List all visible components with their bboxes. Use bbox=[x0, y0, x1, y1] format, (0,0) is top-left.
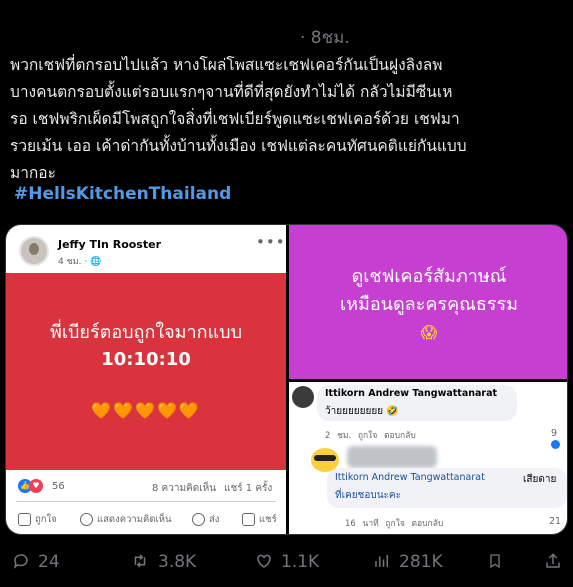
love-reaction-icon: ♥ bbox=[29, 479, 43, 493]
like-button[interactable]: 1.1K bbox=[255, 552, 319, 572]
comment-text: ว้ายยยยยยยย 🤣 bbox=[325, 406, 399, 417]
comment-author: Ittikorn Andrew Tangwattanarat bbox=[335, 472, 485, 483]
purple-post-line1: ดูเชฟเคอร์สัมภาษณ์ bbox=[351, 266, 507, 287]
fb-post-stats: 👍 ♥ 56 8 ความคิดเห็น แชร์ 1 ครั้ง bbox=[6, 475, 286, 499]
media-image-purple-post[interactable]: ดูเชฟเคอร์สัมภาษณ์ เหมือนดูละครคุณธรรม 😱 bbox=[289, 225, 567, 379]
blurred-name bbox=[347, 446, 437, 468]
share-button[interactable] bbox=[544, 552, 570, 572]
reaction-icons: 👍 ♥ bbox=[18, 479, 43, 493]
share-icon bbox=[546, 553, 560, 568]
fb-like-action: ถูกใจ bbox=[18, 512, 57, 527]
fb-post-image: พี่เบียร์ตอบถูกใจมากแบบ 10:10:10 🧡🧡🧡🧡🧡 bbox=[6, 273, 286, 470]
avatar bbox=[292, 386, 314, 408]
more-options-icon: ••• bbox=[256, 233, 286, 251]
media-image-comments[interactable]: Ittikorn Andrew Tangwattanarat ว้ายยยยยย… bbox=[289, 382, 567, 534]
comment-meta: 2 ชม. ถูกใจ ตอบกลับ bbox=[325, 431, 416, 441]
fb-author-name: Jeffy TIn Rooster bbox=[58, 238, 161, 251]
tweet-timestamp[interactable]: · 8ชม. bbox=[300, 24, 350, 51]
comment-count: 8 ความคิดเห็น bbox=[152, 483, 217, 494]
reply-button[interactable]: 24 bbox=[12, 552, 60, 572]
scream-emoji: 😱 bbox=[420, 323, 438, 342]
tweet-text: พวกเชฟที่ตกรอบไปแล้ว หางโผล่โพสแซะเชฟเคอ… bbox=[10, 56, 467, 182]
heart-icon bbox=[257, 554, 271, 568]
like-count: 1.1K bbox=[281, 552, 320, 572]
fb-send-action: ส่ง bbox=[192, 512, 219, 527]
repost-count: 3.8K bbox=[158, 552, 197, 572]
like-reaction-icon bbox=[551, 440, 560, 449]
divider bbox=[16, 501, 276, 502]
views-button[interactable]: 281K bbox=[373, 552, 443, 572]
comment-text: ที่เคยชอบนะคะ bbox=[335, 490, 401, 501]
comment-reaction-count: 9 bbox=[551, 428, 567, 450]
repost-button[interactable]: 3.8K bbox=[130, 552, 196, 572]
view-count: 281K bbox=[399, 552, 443, 572]
fb-post-line1: พี่เบียร์ตอบถูกใจมากแบบ bbox=[49, 322, 243, 343]
comment-author: Ittikorn Andrew Tangwattanarat bbox=[325, 388, 498, 399]
hearts: 🧡🧡🧡🧡🧡 bbox=[91, 401, 201, 420]
reply-count: 24 bbox=[38, 552, 60, 572]
fb-post-line2: 10:10:10 bbox=[101, 349, 191, 370]
comment-meta: 16 นาที ถูกใจ ตอบกลับ bbox=[345, 519, 444, 529]
media-image-fb-post[interactable]: Jeffy TIn Rooster 4 ชม. · 🌐 ••• พี่เบียร… bbox=[6, 225, 286, 534]
bookmark-icon bbox=[490, 554, 500, 569]
views-icon bbox=[375, 555, 388, 567]
fb-post-time: 4 ชม. · 🌐 bbox=[58, 257, 102, 267]
comment-icon bbox=[80, 513, 93, 526]
bookmark-button[interactable] bbox=[487, 552, 511, 572]
fb-share-action: แชร์ bbox=[242, 512, 277, 527]
repost-icon bbox=[134, 554, 146, 568]
thumbs-up-icon bbox=[18, 513, 31, 526]
fb-comment-action: แสดงความคิดเห็น bbox=[80, 512, 172, 527]
reply-icon bbox=[13, 554, 28, 569]
fb-post-header: Jeffy TIn Rooster 4 ชม. · 🌐 ••• bbox=[6, 225, 286, 271]
messenger-icon bbox=[192, 513, 205, 526]
share-arrow-icon bbox=[242, 513, 255, 526]
comment-text-prefix: เสียดาย bbox=[523, 474, 557, 485]
share-count: แชร์ 1 ครั้ง bbox=[224, 483, 273, 494]
fb-action-bar: ถูกใจ แสดงความคิดเห็น ส่ง แชร์ bbox=[6, 507, 286, 531]
comment-reaction-count: 21 bbox=[549, 516, 562, 527]
avatar bbox=[19, 236, 49, 266]
reaction-count: 56 bbox=[52, 481, 65, 492]
media-grid[interactable]: Jeffy TIn Rooster 4 ชม. · 🌐 ••• พี่เบียร… bbox=[5, 224, 568, 535]
hashtag-link[interactable]: #HellsKitchenThailand bbox=[14, 184, 231, 204]
tweet-action-bar: 24 3.8K 1.1K 281K bbox=[0, 548, 573, 578]
purple-post-line2: เหมือนดูละครคุณธรรม bbox=[339, 294, 519, 315]
